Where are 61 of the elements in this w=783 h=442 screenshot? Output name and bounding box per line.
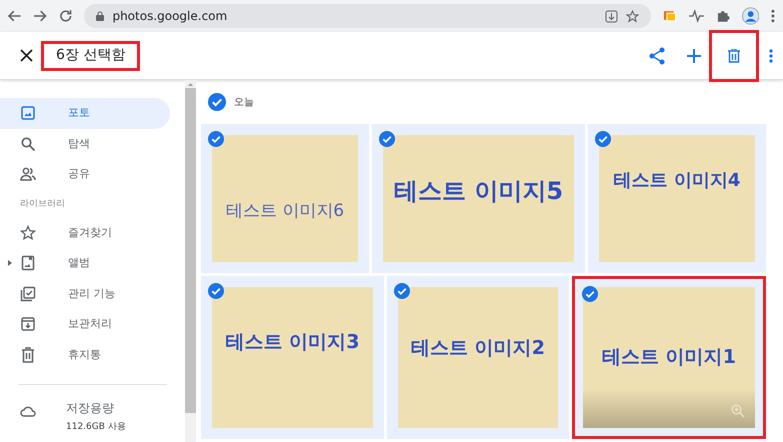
- more-icon[interactable]: [769, 48, 773, 62]
- date-label: 오늘: [234, 96, 254, 110]
- trash-icon: [20, 346, 36, 363]
- sidebar-item[interactable]: 휴지통: [0, 340, 170, 370]
- avatar-icon[interactable]: [742, 7, 760, 25]
- photo-tile[interactable]: 테스트 이미지6: [201, 124, 369, 273]
- photo-tile[interactable]: 테스트 이미지3: [201, 276, 384, 439]
- photo-tile[interactable]: 테스트 이미지1: [572, 276, 766, 439]
- sidebar-item[interactable]: 앨범: [0, 248, 170, 278]
- people-icon: [20, 166, 36, 182]
- pulse-icon[interactable]: [688, 9, 704, 23]
- lock-icon: [96, 11, 104, 21]
- share-icon[interactable]: [649, 46, 665, 64]
- selection-title: 6장 선택함: [56, 46, 126, 65]
- storage-usage: 112.6GB 사용: [66, 421, 126, 434]
- cloud-icon: [20, 405, 36, 417]
- image-caption: 테스트 이미지5: [394, 176, 564, 207]
- storage-label[interactable]: 저장용량: [66, 399, 126, 417]
- address-bar[interactable]: photos.google.com: [84, 4, 652, 28]
- trash-icon: [728, 48, 740, 62]
- sidebar-item[interactable]: 포토: [0, 98, 170, 128]
- expand-icon[interactable]: [8, 260, 12, 266]
- sidebar-item[interactable]: 관리 기능: [0, 278, 170, 309]
- back-icon[interactable]: [8, 9, 22, 23]
- checkmark-icon[interactable]: [582, 286, 598, 302]
- archive-icon: [20, 316, 36, 332]
- checkmark-icon[interactable]: [208, 131, 224, 147]
- section-heading: 라이브러리: [19, 198, 66, 210]
- checklist-icon: [20, 286, 36, 302]
- checkmark-icon[interactable]: [379, 131, 395, 147]
- sidebar-item[interactable]: 공유: [0, 159, 170, 190]
- forward-icon[interactable]: [33, 9, 47, 23]
- star-icon: [20, 224, 36, 241]
- menu-icon[interactable]: [771, 9, 776, 23]
- album-icon: [20, 255, 36, 272]
- photo-tile[interactable]: 테스트 이미지4: [588, 124, 766, 273]
- checkmark-icon[interactable]: [394, 283, 410, 299]
- sidebar-item[interactable]: 보관처리: [0, 309, 170, 340]
- close-icon[interactable]: [20, 49, 33, 62]
- puzzle-icon[interactable]: [716, 9, 730, 23]
- sidebar-item[interactable]: 즐겨찾기: [0, 218, 170, 248]
- image-caption: 테스트 이미지2: [411, 336, 545, 361]
- scrollbar-thumb[interactable]: [185, 88, 196, 413]
- photo-tile[interactable]: 테스트 이미지5: [372, 124, 585, 273]
- photo-tile[interactable]: 테스트 이미지2: [387, 276, 569, 439]
- star-icon[interactable]: [626, 10, 640, 22]
- url-text: photos.google.com: [112, 8, 228, 25]
- image-caption: 테스트 이미지3: [226, 330, 360, 355]
- reload-icon[interactable]: [58, 9, 72, 23]
- search-icon: [20, 136, 36, 152]
- image-caption: 테스트 이미지4: [614, 169, 740, 193]
- add-icon[interactable]: [687, 48, 701, 62]
- sidebar-item[interactable]: 탐색: [0, 128, 170, 159]
- checkmark-icon[interactable]: [208, 93, 226, 111]
- photo-icon: [20, 105, 36, 122]
- checkmark-icon[interactable]: [595, 131, 611, 147]
- install-icon[interactable]: [605, 10, 618, 22]
- image-caption: 테스트 이미지6: [226, 200, 344, 223]
- checkmark-icon[interactable]: [208, 283, 224, 299]
- image-caption: 테스트 이미지1: [602, 345, 736, 370]
- extension-icon[interactable]: [663, 9, 677, 23]
